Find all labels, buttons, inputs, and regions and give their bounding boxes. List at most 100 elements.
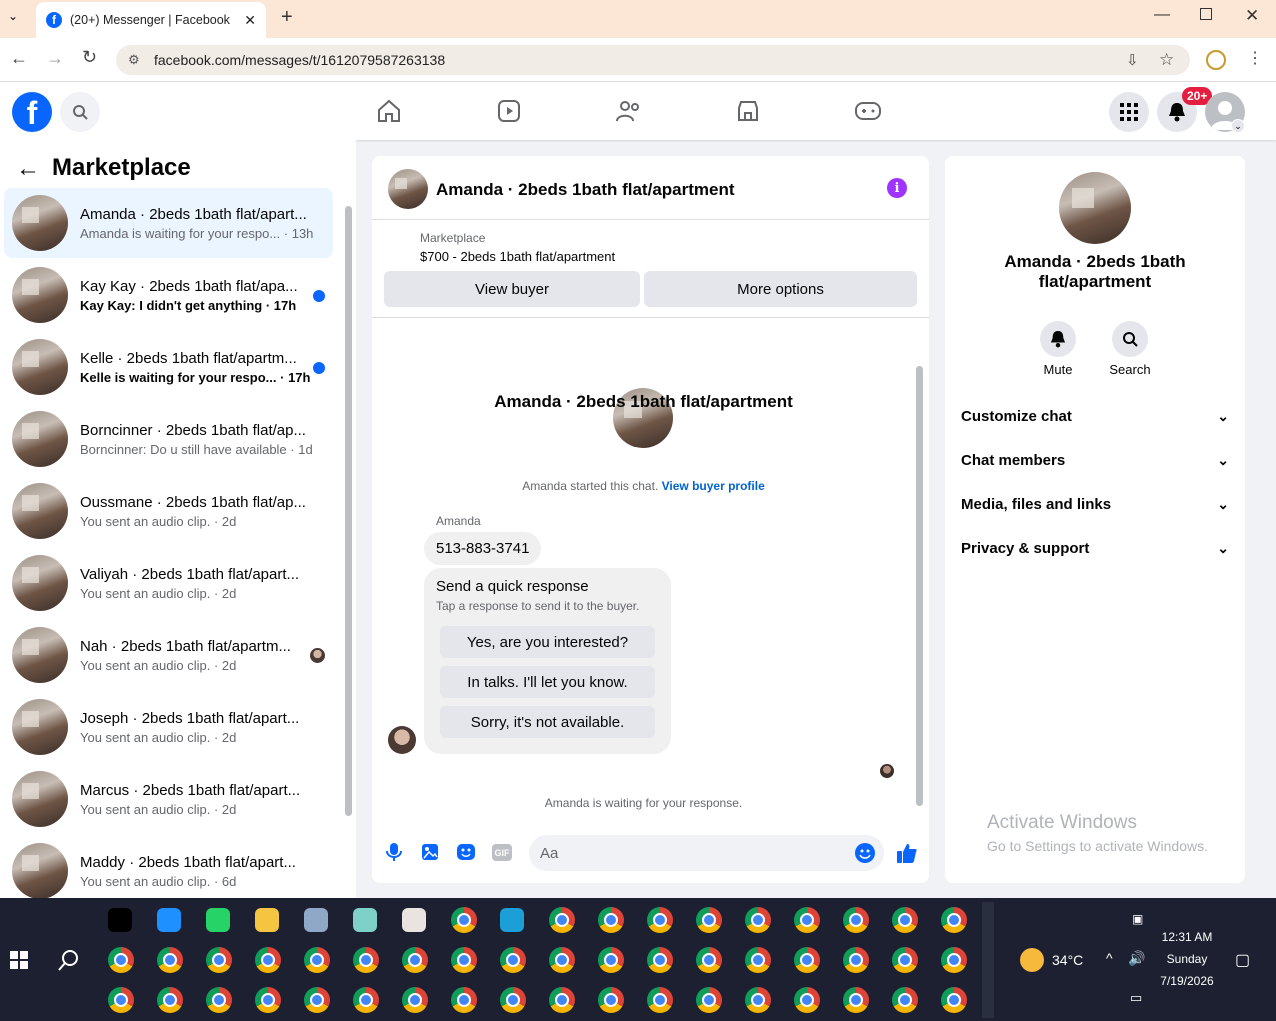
conversation-item[interactable]: Amanda · 2beds 1bath flat/apart... Amanda… [4, 188, 333, 258]
chrome-window-icon[interactable] [794, 947, 820, 973]
minimize-icon[interactable]: — [1154, 6, 1170, 24]
tray-chevron-icon[interactable]: ^ [1106, 950, 1113, 966]
chrome-window-icon[interactable] [108, 947, 134, 973]
info-avatar[interactable] [1059, 172, 1131, 244]
chrome-window-icon[interactable] [402, 987, 428, 1013]
chat-scrollbar[interactable] [915, 321, 925, 821]
scrollbar-thumb[interactable] [345, 206, 352, 816]
chrome-window-icon[interactable] [206, 987, 232, 1013]
chrome-window-icon[interactable] [304, 947, 330, 973]
clock-day[interactable]: Sunday [1150, 952, 1224, 966]
microphone-icon[interactable] [386, 842, 402, 867]
tab-close-icon[interactable]: ✕ [244, 12, 256, 29]
chrome-window-icon[interactable] [892, 907, 918, 933]
chrome-window-icon[interactable] [255, 987, 281, 1013]
chrome-window-icon[interactable] [696, 947, 722, 973]
control-panel-icon[interactable] [304, 908, 328, 932]
search-icon[interactable] [1112, 321, 1148, 357]
install-app-icon[interactable]: ⇩ [1126, 51, 1139, 69]
search-icon[interactable] [60, 92, 100, 132]
chrome-window-icon[interactable] [745, 987, 771, 1013]
weather-temp[interactable]: 34°C [1052, 952, 1083, 968]
chrome-window-icon[interactable] [500, 947, 526, 973]
clock-time[interactable]: 12:31 AM [1150, 930, 1224, 944]
back-arrow-icon[interactable]: ← [16, 155, 40, 183]
chrome-window-icon[interactable] [353, 987, 379, 1013]
conversation-item[interactable]: Kay Kay · 2beds 1bath flat/apa... Kay Kay… [4, 260, 333, 330]
camera-icon[interactable]: ▣ [1132, 912, 1143, 926]
account-chevron-icon[interactable]: ⌄ [1231, 119, 1245, 133]
site-info-icon[interactable]: ⚙ [128, 52, 140, 68]
edge-beta-icon[interactable] [157, 908, 181, 932]
mute-bell-icon[interactable] [1040, 321, 1076, 357]
chrome-window-icon[interactable] [843, 947, 869, 973]
chat-header-avatar[interactable] [388, 169, 428, 209]
chrome-window-icon[interactable] [157, 947, 183, 973]
scrollbar-thumb[interactable] [916, 366, 923, 806]
notepad-icon[interactable] [353, 908, 377, 932]
chrome-window-icon[interactable] [696, 907, 722, 933]
chrome-window-icon[interactable] [647, 907, 673, 933]
home-icon[interactable] [376, 99, 402, 128]
sticker-icon[interactable] [456, 843, 476, 866]
network-icon[interactable]: ▭ [1130, 990, 1142, 1006]
forward-arrow-icon[interactable]: → [46, 48, 64, 69]
windows-start-icon[interactable] [10, 951, 28, 974]
chrome-window-icon[interactable] [451, 947, 477, 973]
info-section-toggle[interactable]: Media, files and links ⌄ [961, 496, 1229, 513]
chrome-window-icon[interactable] [549, 987, 575, 1013]
info-icon[interactable]: i [887, 178, 907, 198]
marketplace-icon[interactable] [736, 99, 760, 128]
chrome-window-icon[interactable] [647, 987, 673, 1013]
browser-tab[interactable]: f (20+) Messenger | Facebook ✕ [36, 2, 266, 38]
message-bubble[interactable]: 513-883-3741 [424, 532, 542, 565]
chrome-window-icon[interactable] [794, 907, 820, 933]
emoji-icon[interactable] [855, 843, 875, 863]
info-section-toggle[interactable]: Chat members ⌄ [961, 452, 1229, 469]
chrome-window-icon[interactable] [941, 947, 967, 973]
chrome-window-icon[interactable] [892, 987, 918, 1013]
taskbar-scrollbar[interactable] [982, 902, 994, 1018]
chrome-window-icon[interactable] [549, 907, 575, 933]
chrome-window-icon[interactable] [206, 947, 232, 973]
chrome-window-icon[interactable] [255, 947, 281, 973]
chrome-window-icon[interactable] [941, 907, 967, 933]
view-buyer-button[interactable]: View buyer [384, 271, 640, 307]
chrome-window-icon[interactable] [304, 987, 330, 1013]
profile-icon[interactable] [1206, 50, 1226, 70]
more-options-button[interactable]: More options [644, 271, 917, 307]
view-buyer-profile-link[interactable]: View buyer profile [662, 479, 765, 493]
gif-icon[interactable]: GIF [492, 844, 512, 861]
chrome-window-icon[interactable] [451, 907, 477, 933]
file-explorer-icon[interactable] [255, 908, 279, 932]
chrome-window-icon[interactable] [500, 987, 526, 1013]
back-arrow-icon[interactable]: ← [10, 48, 28, 69]
chrome-window-icon[interactable] [941, 987, 967, 1013]
chrome-window-icon[interactable] [549, 947, 575, 973]
chrome-window-icon[interactable] [451, 987, 477, 1013]
new-tab-plus-icon[interactable]: + [281, 6, 293, 29]
photo-icon[interactable] [421, 843, 439, 866]
chrome-window-icon[interactable] [892, 947, 918, 973]
info-section-toggle[interactable]: Customize chat ⌄ [961, 408, 1229, 425]
address-bar[interactable]: ⚙ facebook.com/messages/t/16120795872631… [116, 45, 1190, 75]
chrome-window-icon[interactable] [157, 987, 183, 1013]
clock-date[interactable]: 7/19/2026 [1150, 974, 1224, 988]
window-close-icon[interactable]: ✕ [1245, 6, 1259, 26]
conversation-item[interactable]: Valiyah · 2beds 1bath flat/apart... You s… [4, 548, 333, 618]
quick-response-button[interactable]: In talks. I'll let you know. [440, 666, 655, 698]
conversation-item[interactable]: Marcus · 2beds 1bath flat/apart... You se… [4, 764, 333, 834]
friends-icon[interactable] [616, 99, 642, 128]
listing-title[interactable]: $700 - 2beds 1bath flat/apartment [420, 249, 615, 264]
paint-icon[interactable] [402, 908, 426, 932]
chrome-window-icon[interactable] [745, 907, 771, 933]
chrome-window-icon[interactable] [108, 987, 134, 1013]
chrome-window-icon[interactable] [402, 947, 428, 973]
quick-response-button[interactable]: Sorry, it's not available. [440, 706, 655, 738]
conversation-item[interactable]: Nah · 2beds 1bath flat/apartm... You sent… [4, 620, 333, 690]
menu-grid-icon[interactable] [1109, 92, 1149, 132]
chrome-window-icon[interactable] [843, 907, 869, 933]
edge-icon[interactable] [500, 908, 524, 932]
info-section-toggle[interactable]: Privacy & support ⌄ [961, 540, 1229, 557]
tab-list-chevron-icon[interactable]: ⌄ [8, 9, 18, 23]
